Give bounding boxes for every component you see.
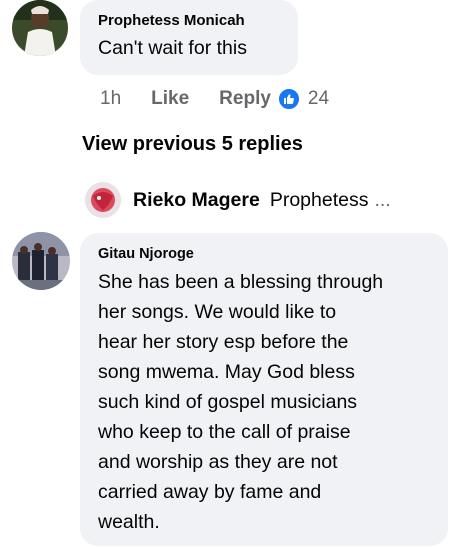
reply-preview[interactable]: Rieko Magere Prophetess ... (85, 182, 391, 218)
comment-line: wealth. (98, 511, 160, 533)
reply-author[interactable]: Rieko Magere (133, 189, 260, 212)
comment-text: Can't wait for this (98, 37, 247, 59)
comment-line: who keep to the call of praise (98, 421, 351, 443)
comment-line: She has been a blessing through (98, 271, 384, 293)
view-previous-replies-link[interactable]: View previous 5 replies (82, 133, 303, 156)
like-button[interactable]: Like (151, 88, 189, 110)
comment-line: her songs. We would like to (98, 301, 337, 323)
comment-line: song mwema. May God bless (98, 361, 355, 383)
reply-button[interactable]: Reply (219, 88, 271, 110)
reaction-count[interactable]: 24 (308, 88, 329, 110)
avatar-prophetess-monicah[interactable] (12, 0, 68, 56)
avatar-gitau-njoroge[interactable] (12, 232, 70, 290)
thumbs-up-icon[interactable] (276, 87, 301, 111)
comment-timestamp[interactable]: 1h (100, 88, 121, 110)
avatar-rieko-magere (85, 182, 121, 218)
comment-line: such kind of gospel musicians (98, 391, 358, 413)
comment-line: carried away by fame and (98, 481, 322, 503)
comment-text: She has been a blessing through her song… (98, 267, 383, 537)
comment-line: hear her story esp before the (98, 331, 349, 353)
comment-line: and worship as they are not (98, 451, 338, 473)
comment-author[interactable]: Prophetess Monicah (98, 12, 245, 29)
comment-actions: 1h Like Reply 24 (100, 84, 329, 114)
comment-bubble-2: Gitau Njoroge She has been a blessing th… (80, 233, 448, 546)
comment-bubble-1: Prophetess Monicah Can't wait for this (80, 0, 298, 75)
reply-ellipsis: ... (374, 188, 391, 211)
comment-author[interactable]: Gitau Njoroge (98, 246, 194, 262)
reply-snippet: Prophetess (269, 188, 369, 211)
